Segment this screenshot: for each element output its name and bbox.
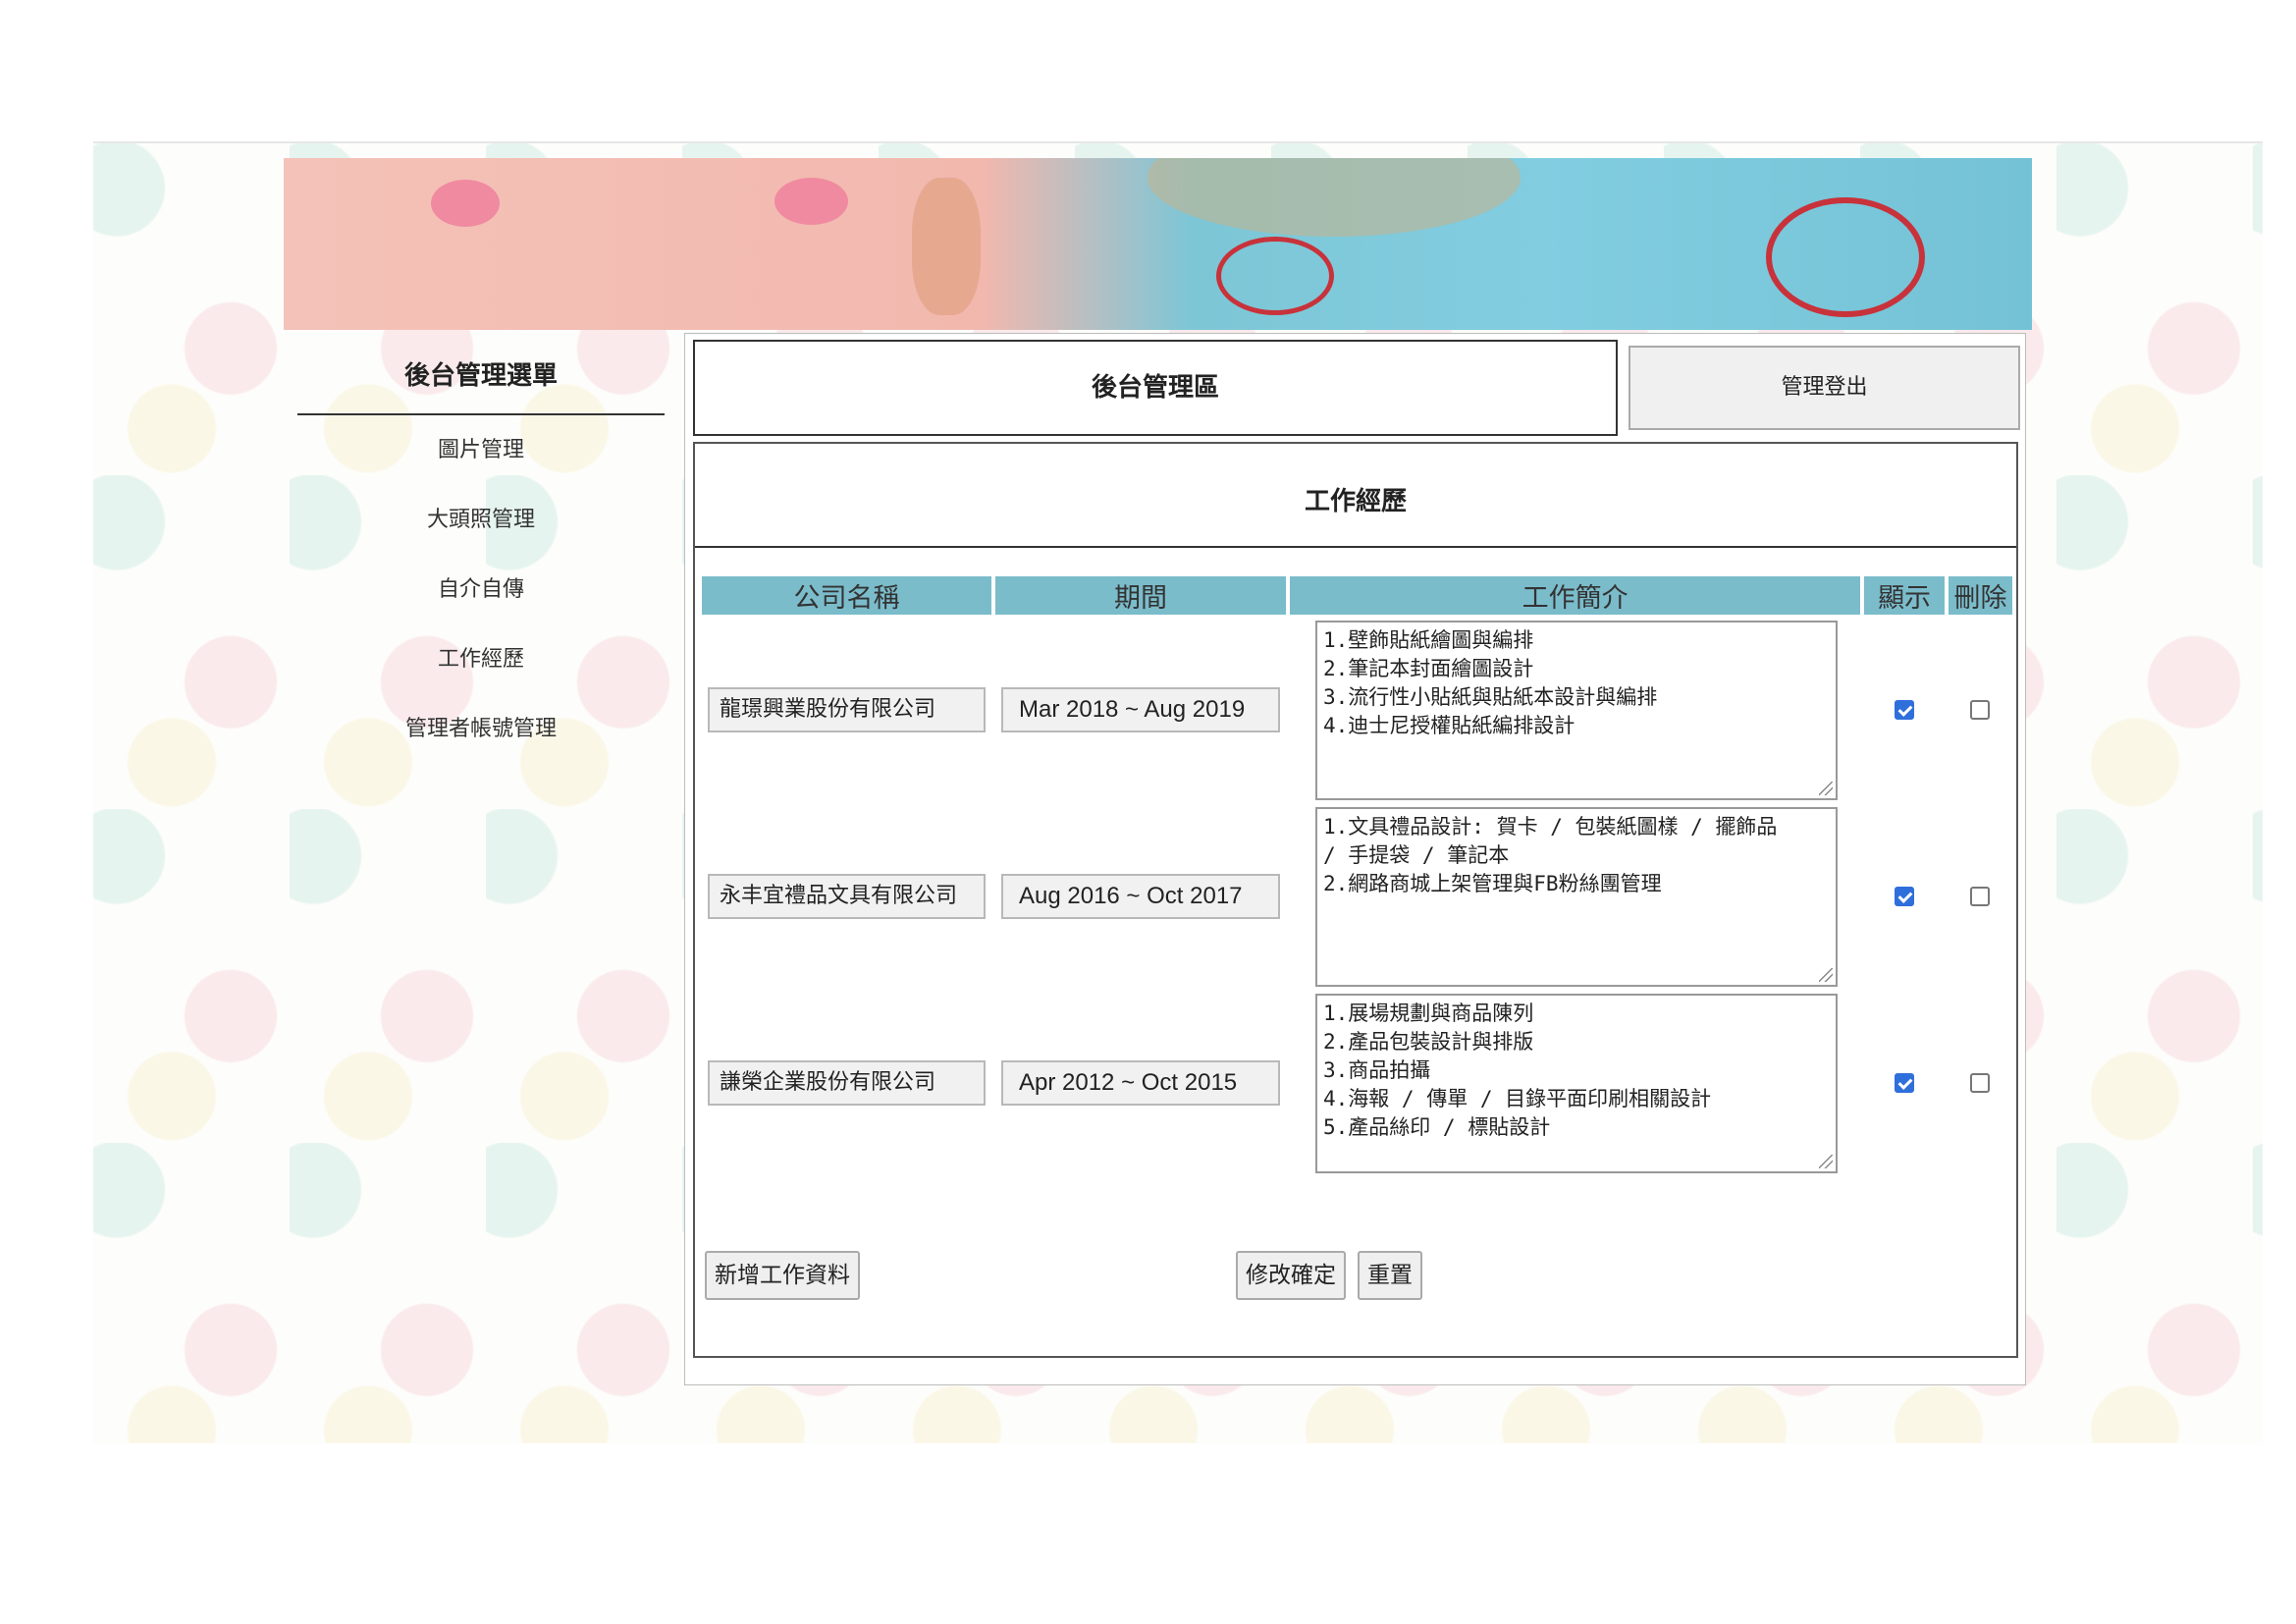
sidebar-title: 後台管理選單: [297, 339, 665, 415]
sidebar-item-autobiography[interactable]: 自介自傳: [297, 555, 665, 624]
sidebar-item-admin-accounts[interactable]: 管理者帳號管理: [297, 694, 665, 764]
job-description-text: 1.壁飾貼紙繪圖與編排 2.筆記本封面繪圖設計 3.流行性小貼紙與貼紙本設計與編…: [1323, 627, 1658, 737]
admin-main-panel: 後台管理區 管理登出 工作經歷 公司名稱 期間 工作簡介 顯示 刪除 龍璟興業股…: [684, 333, 2026, 1385]
sidebar-item-profile-photo[interactable]: 大頭照管理: [297, 485, 665, 555]
column-header-company: 公司名稱: [702, 576, 991, 615]
job-description-textarea[interactable]: 1.展場規劃與商品陳列 2.產品包裝設計與排版 3.商品拍攝 4.海報 / 傳單…: [1315, 993, 1838, 1173]
column-header-delete: 刪除: [1948, 576, 2012, 615]
banner-cheek-right: [774, 178, 848, 225]
work-experience-table: 公司名稱 期間 工作簡介 顯示 刪除 龍璟興業股份有限公司 Mar 2018 ~…: [698, 572, 2016, 1178]
header-banner-image: [284, 158, 2032, 330]
banner-red-doodle: [1766, 197, 1925, 317]
admin-sidebar: 後台管理選單 圖片管理 大頭照管理 自介自傳 工作經歷 管理者帳號管理: [297, 339, 665, 764]
period-input[interactable]: Apr 2012 ~ Oct 2015: [1001, 1060, 1280, 1106]
company-name-input[interactable]: 謙榮企業股份有限公司: [708, 1060, 986, 1106]
delete-checkbox[interactable]: [1970, 887, 1991, 907]
reset-button[interactable]: 重置: [1358, 1251, 1422, 1300]
column-header-description: 工作簡介: [1290, 576, 1861, 615]
add-work-button[interactable]: 新增工作資料: [705, 1251, 860, 1300]
confirm-edit-button[interactable]: 修改確定: [1236, 1251, 1346, 1300]
column-header-show: 顯示: [1864, 576, 1945, 615]
show-checkbox[interactable]: [1895, 700, 1915, 721]
show-checkbox[interactable]: [1895, 887, 1915, 907]
table-row: 謙榮企業股份有限公司 Apr 2012 ~ Oct 2015 1.展場規劃與商品…: [702, 992, 2012, 1174]
resize-handle-icon[interactable]: [1819, 1154, 1833, 1168]
top-divider: [93, 141, 2263, 143]
company-name-input[interactable]: 永丰宜禮品文具有限公司: [708, 874, 986, 919]
column-header-period: 期間: [995, 576, 1286, 615]
job-description-textarea[interactable]: 1.壁飾貼紙繪圖與編排 2.筆記本封面繪圖設計 3.流行性小貼紙與貼紙本設計與編…: [1315, 620, 1838, 800]
logout-button[interactable]: 管理登出: [1629, 346, 2020, 430]
banner-red-sketch: [1216, 237, 1334, 315]
job-description-text: 1.文具禮品設計: 賀卡 / 包裝紙圖樣 / 擺飾品 / 手提袋 / 筆記本 2…: [1323, 814, 1778, 895]
job-description-textarea[interactable]: 1.文具禮品設計: 賀卡 / 包裝紙圖樣 / 擺飾品 / 手提袋 / 筆記本 2…: [1315, 806, 1838, 987]
table-row: 龍璟興業股份有限公司 Mar 2018 ~ Aug 2019 1.壁飾貼紙繪圖與…: [702, 619, 2012, 801]
work-experience-form: 工作經歷 公司名稱 期間 工作簡介 顯示 刪除 龍璟興業股份有限公司 Mar 2…: [693, 442, 2018, 1358]
table-row: 永丰宜禮品文具有限公司 Aug 2016 ~ Oct 2017 1.文具禮品設計…: [702, 805, 2012, 988]
banner-texture: [1148, 158, 1521, 237]
banner-cheek-left: [431, 180, 500, 227]
sidebar-item-image-management[interactable]: 圖片管理: [297, 415, 665, 485]
sidebar-item-work-experience[interactable]: 工作經歷: [297, 624, 665, 694]
section-title: 工作經歷: [695, 444, 2016, 548]
resize-handle-icon[interactable]: [1819, 967, 1833, 982]
company-name-input[interactable]: 龍璟興業股份有限公司: [708, 687, 986, 732]
period-input[interactable]: Mar 2018 ~ Aug 2019: [1001, 687, 1280, 732]
show-checkbox[interactable]: [1895, 1073, 1915, 1094]
delete-checkbox[interactable]: [1970, 700, 1991, 721]
resize-handle-icon[interactable]: [1819, 781, 1833, 795]
delete-checkbox[interactable]: [1970, 1073, 1991, 1094]
banner-ear: [912, 178, 981, 315]
period-input[interactable]: Aug 2016 ~ Oct 2017: [1001, 874, 1280, 919]
admin-area-title: 後台管理區: [693, 340, 1618, 436]
job-description-text: 1.展場規劃與商品陳列 2.產品包裝設計與排版 3.商品拍攝 4.海報 / 傳單…: [1323, 1001, 1712, 1139]
